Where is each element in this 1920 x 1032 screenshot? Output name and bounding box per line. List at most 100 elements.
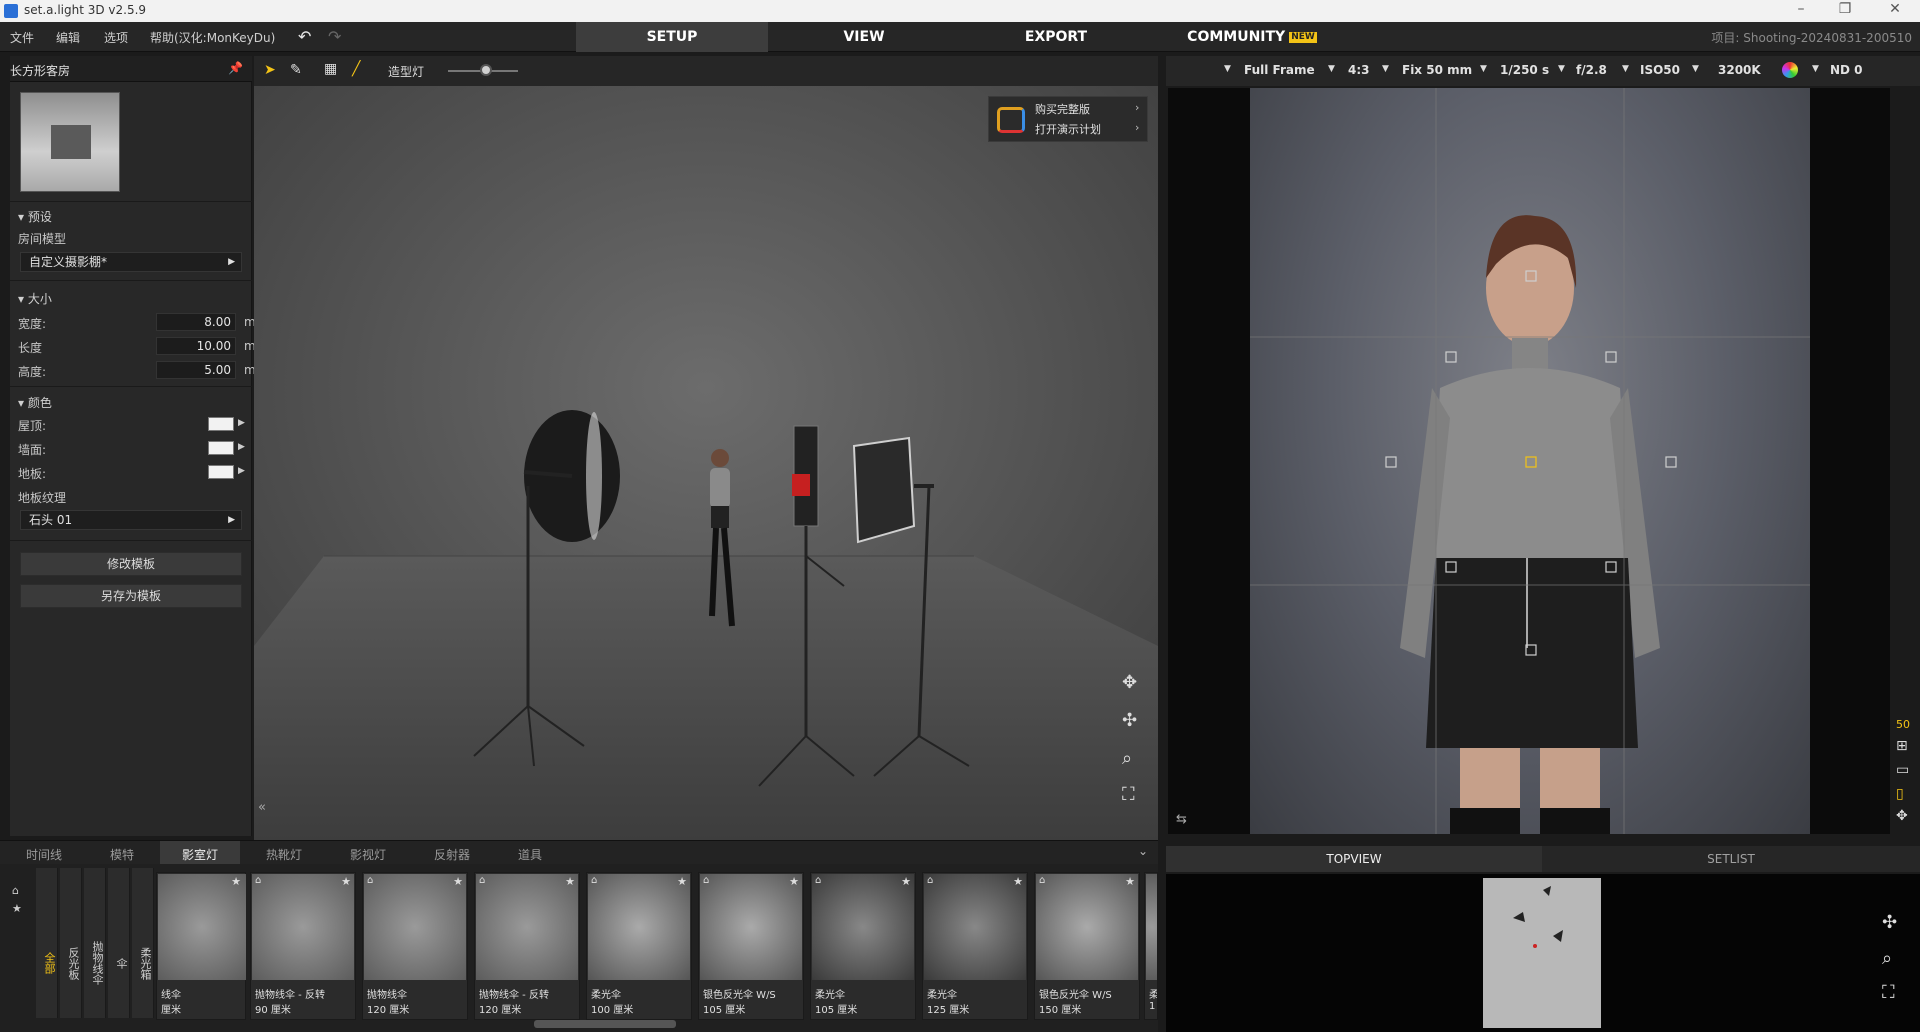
caret-right-icon[interactable]: ▶ [238, 442, 245, 452]
tab-view[interactable]: VIEW [768, 22, 960, 52]
caret-down-icon[interactable]: ▼ [1382, 64, 1389, 74]
preset-section-header[interactable]: ▾ 预设 [18, 208, 52, 225]
ceiling-color-swatch[interactable] [208, 417, 234, 431]
library-item[interactable]: ⌂ ★ 柔光伞 125 厘米 [922, 872, 1028, 1020]
close-button[interactable]: ✕ [1880, 1, 1910, 17]
lib-tab-film-lights[interactable]: 影视灯 [350, 846, 386, 863]
library-scrollbar[interactable] [534, 1020, 676, 1028]
lib-tab-models[interactable]: 模特 [110, 846, 134, 863]
caret-down-icon[interactable]: ▼ [1328, 64, 1335, 74]
sensor-format[interactable]: Full Frame [1244, 63, 1315, 77]
favorite-star-icon[interactable]: ★ [789, 875, 799, 888]
library-item[interactable]: ⌂ ★ 柔光伞 105 厘米 [810, 872, 916, 1020]
buy-full-version-link[interactable]: 购买完整版 [1035, 101, 1090, 117]
zoom-icon[interactable]: ⌕ [1122, 748, 1132, 769]
zoom-icon[interactable]: ⌕ [1882, 948, 1892, 969]
minimize-button[interactable]: – [1786, 1, 1816, 17]
select-arrow-icon[interactable]: ➤ [264, 62, 276, 78]
iso[interactable]: ISO50 [1640, 63, 1680, 77]
collapse-down-icon[interactable]: ⌄ [1138, 844, 1148, 858]
height-input[interactable]: 5.00 [156, 361, 236, 379]
lib-tab-props[interactable]: 道具 [518, 846, 542, 863]
frame-icon[interactable]: ▯ [1896, 786, 1904, 802]
open-demo-link[interactable]: 打开演示计划 [1035, 121, 1101, 137]
lib-tab-reflectors[interactable]: 反射器 [434, 846, 470, 863]
white-balance[interactable]: 3200K [1718, 63, 1761, 77]
lib-tab-studio-lights[interactable]: 影室灯 [160, 841, 241, 865]
slider-handle[interactable] [480, 64, 492, 76]
tab-topview[interactable]: TOPVIEW [1166, 846, 1542, 872]
lens[interactable]: Fix 50 mm [1402, 63, 1472, 77]
caret-down-icon[interactable]: ▼ [1692, 64, 1699, 74]
library-item[interactable]: 柔1 [1144, 872, 1158, 1020]
library-item[interactable]: ⌂ ★ 银色反光伞 W/S 150 厘米 [1034, 872, 1140, 1020]
pan-icon[interactable]: ✣ [1882, 912, 1897, 933]
floor-texture-dropdown[interactable]: 石头 01 ▶ [20, 510, 242, 530]
topview-panel[interactable]: ✣ ⌕ ⛶ [1166, 874, 1920, 1032]
menu-options[interactable]: 选项 [104, 29, 128, 46]
caret-right-icon[interactable]: ▶ [238, 466, 245, 476]
favorite-star-icon[interactable]: ★ [231, 875, 241, 888]
color-wheel-icon[interactable] [1782, 62, 1798, 78]
library-item[interactable]: ★ 线伞 厘米 [156, 872, 246, 1020]
favorite-star-icon[interactable]: ★ [341, 875, 351, 888]
library-item[interactable]: ⌂ ★ 柔光伞 100 厘米 [586, 872, 692, 1020]
setup-3d-viewport[interactable]: 购买完整版 › 打开演示计划 › ✥ ✣ ⌕ ⛶ « [254, 86, 1158, 840]
caret-down-icon[interactable]: ▼ [1480, 64, 1487, 74]
nd-filter[interactable]: ND 0 [1830, 63, 1863, 77]
tab-setup[interactable]: SETUP [576, 22, 768, 52]
pan-icon[interactable]: ✣ [1122, 710, 1137, 731]
star-icon[interactable]: ★ [12, 902, 22, 915]
category-all[interactable]: 全部 [36, 868, 58, 1018]
caret-right-icon[interactable]: ▶ [238, 418, 245, 428]
width-input[interactable]: 8.00 [156, 313, 236, 331]
color-section-header[interactable]: ▾ 颜色 [18, 394, 52, 411]
topview-map[interactable] [1483, 878, 1601, 1028]
room-model-dropdown[interactable]: 自定义摄影棚* ▶ [20, 252, 242, 272]
caret-down-icon[interactable]: ▼ [1224, 64, 1231, 74]
favorite-star-icon[interactable]: ★ [1125, 875, 1135, 888]
library-item[interactable]: ⌂ ★ 抛物线伞 - 反转 120 厘米 [474, 872, 580, 1020]
favorite-star-icon[interactable]: ★ [453, 875, 463, 888]
save-template-button[interactable]: 另存为模板 [20, 584, 242, 608]
library-item[interactable]: ⌂ ★ 抛物线伞 - 反转 90 厘米 [250, 872, 356, 1020]
menu-edit[interactable]: 编辑 [56, 29, 80, 46]
favorite-star-icon[interactable]: ★ [677, 875, 687, 888]
category-parabolic[interactable]: 抛物线伞 [84, 868, 106, 1018]
favorite-star-icon[interactable]: ★ [901, 875, 911, 888]
lib-tab-speedlights[interactable]: 热靴灯 [266, 846, 302, 863]
category-umbrella[interactable]: 伞 [108, 868, 130, 1018]
orbit-icon[interactable]: ✥ [1896, 808, 1908, 824]
shutter-speed[interactable]: 1/250 s [1500, 63, 1549, 77]
swap-icon[interactable]: ⇆ [1176, 812, 1187, 827]
fit-view-icon[interactable]: ⛶ [1122, 784, 1135, 805]
size-section-header[interactable]: ▾ 大小 [18, 290, 52, 307]
ruler-icon[interactable]: ▭ [1896, 762, 1909, 778]
menu-file[interactable]: 文件 [10, 29, 34, 46]
grid-overlay-icon[interactable]: ⊞ [1896, 738, 1908, 754]
undo-icon[interactable]: ↶ [298, 27, 311, 46]
measure-icon[interactable]: ✎ [290, 62, 302, 78]
category-reflector[interactable]: 反光板 [60, 868, 82, 1018]
lib-tab-timeline[interactable]: 时间线 [26, 846, 62, 863]
tab-community[interactable]: COMMUNITY NEW [1152, 22, 1352, 52]
pin-icon[interactable]: 📌 [228, 61, 243, 75]
camera-view[interactable]: ⇆ [1168, 88, 1890, 834]
tab-setlist[interactable]: SETLIST [1542, 846, 1920, 872]
library-item[interactable]: ⌂ ★ 抛物线伞 120 厘米 [362, 872, 468, 1020]
menu-help[interactable]: 帮助(汉化:MonKeyDu) [150, 29, 275, 46]
grid-icon[interactable]: ▦ [324, 61, 337, 77]
caret-down-icon[interactable]: ▼ [1558, 64, 1565, 74]
favorite-star-icon[interactable]: ★ [1013, 875, 1023, 888]
library-item[interactable]: ⌂ ★ 银色反光伞 W/S 105 厘米 [698, 872, 804, 1020]
collapse-left-icon[interactable]: « [258, 800, 266, 815]
caret-down-icon[interactable]: ▼ [1622, 64, 1629, 74]
home-icon[interactable]: ⌂ [12, 884, 19, 897]
tab-export[interactable]: EXPORT [960, 22, 1152, 52]
wall-color-swatch[interactable] [208, 441, 234, 455]
aspect-ratio[interactable]: 4:3 [1348, 63, 1370, 77]
favorite-star-icon[interactable]: ★ [565, 875, 575, 888]
line-tool-icon[interactable]: ╱ [352, 61, 360, 77]
redo-icon[interactable]: ↷ [328, 27, 341, 46]
aperture[interactable]: f/2.8 [1576, 63, 1607, 77]
